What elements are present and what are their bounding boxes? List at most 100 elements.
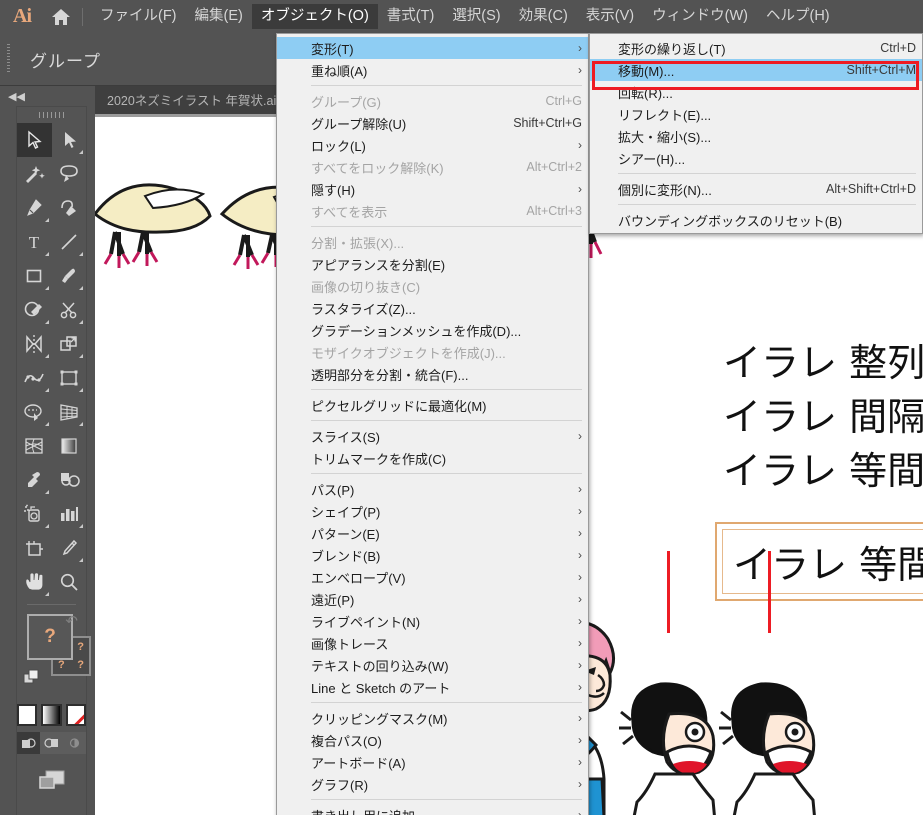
object-menu-item[interactable]: エンベロープ(V) › — [277, 566, 588, 588]
transform-menu-item[interactable]: シアー(H)... — [590, 147, 922, 169]
object-menu-item[interactable]: グラフ(R) › — [277, 773, 588, 795]
perspective-grid-tool[interactable] — [52, 395, 87, 429]
object-menu-item[interactable]: 画像トレース › — [277, 632, 588, 654]
draw-normal-icon[interactable] — [17, 732, 40, 754]
transform-menu-item[interactable]: リフレクト(E)... — [590, 103, 922, 125]
menu-view[interactable]: 表示(V) — [577, 4, 643, 30]
document-tab[interactable]: 2020ネズミイラスト 年賀状.ai — [95, 85, 290, 114]
eyedropper-tool[interactable] — [17, 463, 52, 497]
rotate-tool[interactable] — [17, 327, 52, 361]
transform-menu-item[interactable]: 個別に変形(N)... Alt+Shift+Ctrl+D — [590, 178, 922, 200]
tools-divider — [27, 604, 76, 605]
magic-wand-tool[interactable] — [17, 157, 52, 191]
slice-tool[interactable] — [52, 531, 87, 565]
lasso-tool[interactable] — [52, 157, 87, 191]
screen-mode-icon[interactable] — [35, 768, 69, 799]
tools-panel-grabber[interactable] — [17, 107, 86, 123]
object-menu-item[interactable]: 書き出し用に追加 › — [277, 804, 588, 815]
type-tool[interactable]: T — [17, 225, 52, 259]
white-swatch[interactable] — [17, 704, 38, 726]
shaper-tool[interactable] — [17, 293, 52, 327]
object-menu-item[interactable]: トリムマークを作成(C) — [277, 447, 588, 469]
width-tool[interactable] — [17, 361, 52, 395]
transform-submenu[interactable]: 変形の繰り返し(T) Ctrl+D 移動(M)... Shift+Ctrl+M 回転(R… — [589, 33, 923, 234]
object-menu-item[interactable]: スライス(S) › — [277, 425, 588, 447]
object-menu-item[interactable]: ロック(L) › — [277, 134, 588, 156]
object-menu-item[interactable]: 複合パス(O) › — [277, 729, 588, 751]
stroke-value: ? — [77, 641, 84, 653]
object-menu-item[interactable]: Line と Sketch のアート › — [277, 676, 588, 698]
curvature-tool[interactable] — [52, 191, 87, 225]
menu-object[interactable]: オブジェクト(O) — [251, 3, 378, 30]
default-fill-stroke-icon[interactable] — [23, 669, 43, 692]
column-graph-tool[interactable] — [52, 497, 87, 531]
object-menu-item-shortcut: Alt+Ctrl+3 — [526, 204, 582, 218]
object-menu-item[interactable]: パターン(E) › — [277, 522, 588, 544]
menu-edit[interactable]: 編集(E) — [186, 4, 252, 30]
object-menu-item[interactable]: アピアランスを分割(E) — [277, 253, 588, 275]
object-menu-item[interactable]: アートボード(A) › — [277, 751, 588, 773]
zoom-tool[interactable] — [52, 565, 87, 599]
rectangle-tool[interactable] — [17, 259, 52, 293]
object-menu-item[interactable]: クリッピングマスク(M) › — [277, 707, 588, 729]
artboard-text-line[interactable]: イラレ 間隔 — [723, 386, 923, 441]
menu-effect[interactable]: 効果(C) — [510, 4, 577, 30]
draw-inside-icon[interactable] — [63, 732, 86, 754]
object-menu-item-label: グラフ(R) — [311, 777, 369, 793]
selection-tool[interactable] — [17, 123, 52, 157]
object-menu-item[interactable]: ブレンド(B) › — [277, 544, 588, 566]
pen-tool[interactable] — [17, 191, 52, 225]
character-illustration — [619, 682, 716, 815]
object-menu-item[interactable]: 重ね順(A) › — [277, 59, 588, 81]
transform-menu-item[interactable]: バウンディングボックスのリセット(B) — [590, 209, 922, 231]
blend-tool[interactable] — [52, 463, 87, 497]
object-menu-item-label: すべてを表示 — [311, 204, 388, 220]
object-menu-item[interactable]: ラスタライズ(Z)... — [277, 297, 588, 319]
transform-menu-item[interactable]: 回転(R)... — [590, 81, 922, 103]
symbol-sprayer-tool[interactable] — [17, 497, 52, 531]
object-menu-item[interactable]: 透明部分を分割・統合(F)... — [277, 363, 588, 385]
object-menu-item[interactable]: グループ解除(U) Shift+Ctrl+G — [277, 112, 588, 134]
paintbrush-tool[interactable] — [52, 259, 87, 293]
hand-tool[interactable] — [17, 565, 52, 599]
transform-menu-item[interactable]: 変形の繰り返し(T) Ctrl+D — [590, 37, 922, 59]
scale-tool[interactable] — [52, 327, 87, 361]
gradient-tool[interactable] — [52, 429, 87, 463]
gradient-swatch[interactable] — [41, 704, 62, 726]
swap-fill-stroke-icon[interactable]: ↶ — [65, 612, 78, 630]
object-menu-item[interactable]: グラデーションメッシュを作成(D)... — [277, 319, 588, 341]
menu-help[interactable]: ヘルプ(H) — [757, 4, 839, 30]
artboard-text-box[interactable]: イラレ 等間隔 — [715, 522, 923, 601]
shape-builder-tool[interactable] — [17, 395, 52, 429]
transform-menu-separator — [618, 173, 916, 174]
artboard-text-line[interactable]: イラレ 整列 — [723, 332, 923, 387]
artboard-tool[interactable] — [17, 531, 52, 565]
double-chevron-left-icon[interactable]: ◀◀ — [8, 90, 25, 103]
object-menu-item[interactable]: ピクセルグリッドに最適化(M) — [277, 394, 588, 416]
object-menu-item[interactable]: パス(P) › — [277, 478, 588, 500]
free-transform-tool[interactable] — [52, 361, 87, 395]
object-menu-item[interactable]: 隠す(H) › — [277, 178, 588, 200]
home-icon[interactable] — [44, 0, 78, 33]
object-menu-dropdown[interactable]: 変形(T) › 重ね順(A) › グループ(G) Ctrl+G グループ解除(U) Shift… — [276, 33, 589, 815]
object-menu-item[interactable]: 遠近(P) › — [277, 588, 588, 610]
transform-menu-item[interactable]: 拡大・縮小(S)... — [590, 125, 922, 147]
menu-type[interactable]: 書式(T) — [378, 4, 444, 30]
artboard-text-line[interactable]: イラレ 等間隔 — [723, 440, 923, 495]
object-menu-item[interactable]: テキストの回り込み(W) › — [277, 654, 588, 676]
object-menu-item[interactable]: ライブペイント(N) › — [277, 610, 588, 632]
tool-flyout-indicator — [44, 286, 49, 290]
scissors-tool[interactable] — [52, 293, 87, 327]
none-swatch[interactable] — [65, 704, 86, 726]
control-bar-grip[interactable] — [0, 33, 16, 85]
mesh-tool[interactable] — [17, 429, 52, 463]
menu-window[interactable]: ウィンドウ(W) — [643, 4, 757, 30]
line-segment-tool[interactable] — [52, 225, 87, 259]
menu-select[interactable]: 選択(S) — [443, 4, 509, 30]
draw-behind-icon[interactable] — [40, 732, 63, 754]
transform-menu-item[interactable]: 移動(M)... Shift+Ctrl+M — [590, 59, 922, 81]
object-menu-item[interactable]: 変形(T) › — [277, 37, 588, 59]
direct-selection-tool[interactable] — [52, 123, 87, 157]
object-menu-item[interactable]: シェイプ(P) › — [277, 500, 588, 522]
menu-file[interactable]: ファイル(F) — [91, 4, 186, 30]
